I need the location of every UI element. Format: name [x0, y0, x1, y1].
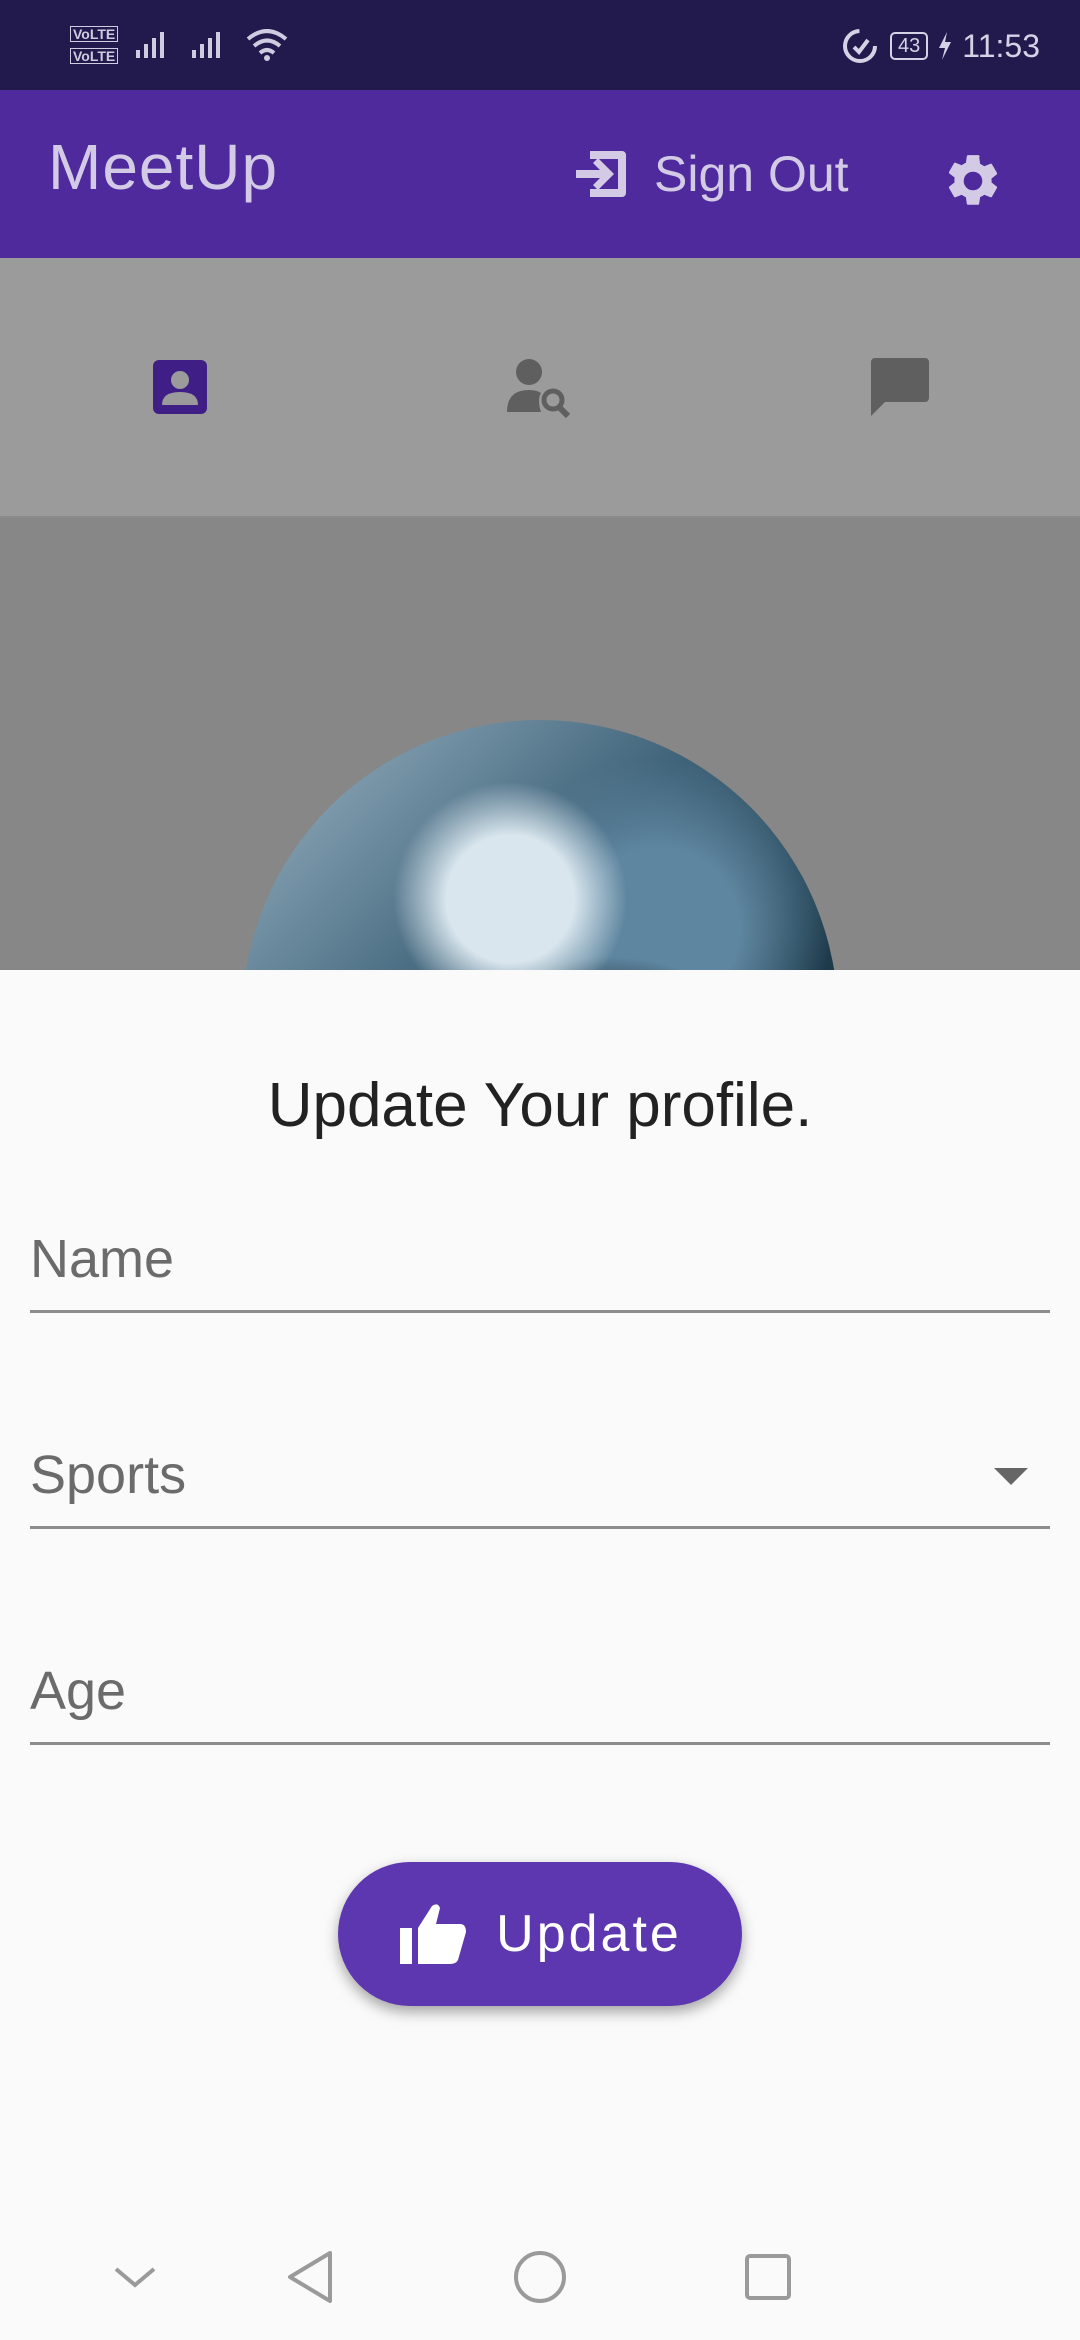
- signal-icon: [192, 32, 221, 58]
- home-icon: [514, 2251, 566, 2303]
- app-title: MeetUp: [48, 131, 279, 203]
- battery-icon: 43: [890, 32, 929, 60]
- status-time: 11:53: [962, 27, 1040, 64]
- sign-out-button[interactable]: Sign Out: [572, 134, 849, 214]
- name-field[interactable]: Name: [30, 1210, 1050, 1313]
- exit-icon: [576, 151, 626, 197]
- chat-icon: [871, 358, 929, 416]
- app-bar: MeetUp Sign Out: [0, 90, 1080, 258]
- gear-icon: [948, 155, 998, 205]
- sports-value: Sports: [30, 1445, 187, 1505]
- user-search-icon: [507, 359, 571, 418]
- data-saver-icon: [843, 29, 878, 63]
- volte-label-1: VoLTE: [70, 26, 119, 42]
- recents-button[interactable]: [728, 2237, 808, 2317]
- home-button[interactable]: [500, 2237, 580, 2317]
- name-placeholder: Name: [30, 1229, 175, 1289]
- hide-nav-button[interactable]: [95, 2237, 175, 2317]
- update-button[interactable]: Update: [338, 1862, 742, 2006]
- back-button[interactable]: [270, 2237, 350, 2317]
- volte-label-2: VoLTE: [70, 48, 119, 64]
- sheet-title: Update Your profile.: [267, 1071, 813, 1140]
- age-field[interactable]: Age: [30, 1642, 1050, 1745]
- tab-user-search[interactable]: [360, 258, 720, 516]
- wifi-icon: [246, 29, 288, 61]
- update-profile-sheet: Update Your profile. Name Sports Age Upd…: [0, 970, 1080, 2215]
- age-placeholder: Age: [30, 1661, 127, 1721]
- dropdown-arrow-icon: [994, 1468, 1028, 1485]
- settings-button[interactable]: [934, 142, 1012, 220]
- sign-out-label: Sign Out: [654, 146, 849, 202]
- tab-chat[interactable]: [720, 258, 1080, 516]
- chevron-down-icon: [114, 2267, 156, 2288]
- avatar[interactable]: [242, 720, 838, 970]
- profile-icon: [153, 360, 207, 414]
- volte-indicators: VoLTE VoLTE: [70, 26, 119, 64]
- system-nav-bar: [0, 2215, 1080, 2340]
- sports-dropdown[interactable]: Sports: [30, 1426, 1050, 1529]
- profile-content: [0, 518, 1080, 970]
- update-label: Update: [496, 1905, 682, 1963]
- tab-bar: [0, 258, 1080, 518]
- thumbs-up-icon: [400, 1904, 467, 1964]
- charging-icon: [939, 32, 952, 60]
- back-icon: [288, 2251, 332, 2303]
- tab-profile[interactable]: [0, 258, 360, 516]
- recents-icon: [745, 2254, 791, 2300]
- status-bar: VoLTE VoLTE 43 11:53: [0, 0, 1080, 90]
- signal-icon: [136, 32, 165, 58]
- status-bar-right: 43 11:53: [840, 18, 1040, 74]
- status-bar-left: VoLTE VoLTE: [70, 14, 288, 76]
